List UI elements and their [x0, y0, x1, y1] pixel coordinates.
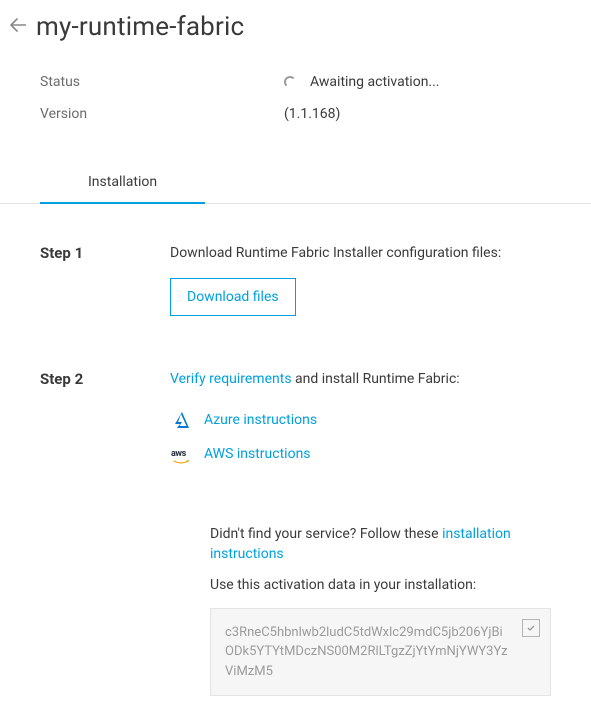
- azure-icon: [170, 411, 192, 429]
- download-files-button[interactable]: Download files: [170, 278, 296, 316]
- status-label: Status: [40, 74, 284, 90]
- meta-section: Status Awaiting activation... Version (1…: [0, 48, 591, 130]
- version-label: Version: [40, 106, 284, 122]
- status-text: Awaiting activation...: [310, 74, 440, 90]
- verify-requirements-link[interactable]: Verify requirements: [170, 371, 292, 387]
- activation-code-box: c3RneC5hbnlwb2ludC5tdWxlc29mdC5jb206YjBi…: [210, 608, 551, 697]
- spinner-icon: [284, 76, 296, 88]
- activation-code-text: c3RneC5hbnlwb2ludC5tdWxlc29mdC5jb206YjBi…: [225, 625, 508, 679]
- aws-icon: aws: [170, 445, 192, 463]
- step-2-label: Step 2: [40, 370, 170, 472]
- not-found-prefix: Didn't find your service? Follow these: [210, 526, 442, 542]
- tabs-container: Installation: [0, 164, 591, 204]
- copy-icon[interactable]: [522, 619, 540, 637]
- step-2-text: Verify requirements and install Runtime …: [170, 370, 551, 390]
- page-title: my-runtime-fabric: [36, 12, 244, 42]
- tab-installation[interactable]: Installation: [40, 164, 205, 204]
- back-arrow-icon[interactable]: [10, 18, 26, 36]
- not-found-text: Didn't find your service? Follow these i…: [210, 525, 551, 564]
- activation-label: Use this activation data in your install…: [210, 576, 551, 596]
- status-value: Awaiting activation...: [284, 74, 440, 90]
- azure-instructions-link[interactable]: Azure instructions: [204, 412, 317, 428]
- version-value: (1.1.168): [284, 106, 340, 122]
- step-1-text: Download Runtime Fabric Installer config…: [170, 244, 551, 264]
- aws-instructions-link[interactable]: AWS instructions: [204, 446, 311, 462]
- step-1-label: Step 1: [40, 244, 170, 316]
- step-2-suffix: and install Runtime Fabric:: [292, 371, 460, 387]
